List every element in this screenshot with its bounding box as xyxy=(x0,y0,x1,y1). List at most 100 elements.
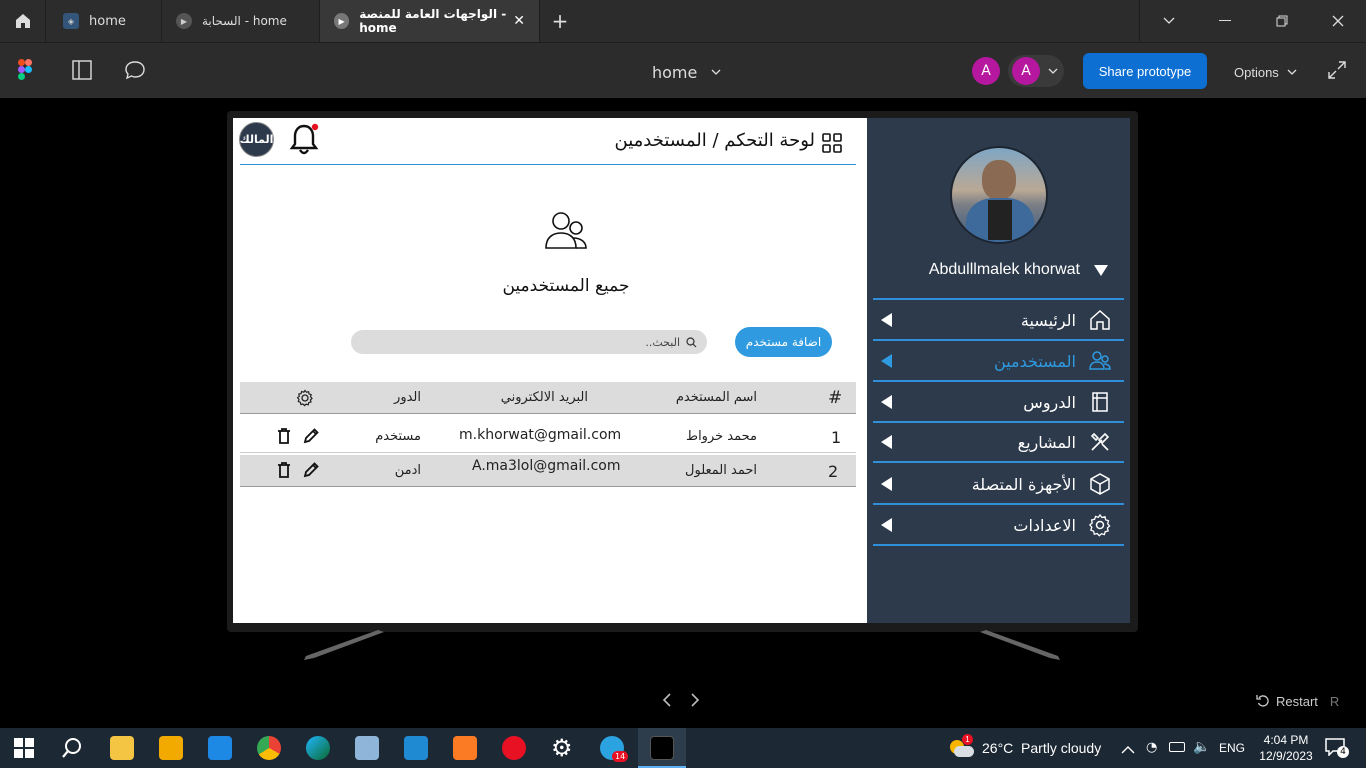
row-number: 1 xyxy=(831,428,842,447)
avatar[interactable]: A xyxy=(972,57,1000,85)
sidebar-item-home[interactable]: الرئيسية xyxy=(873,301,1124,341)
start-button[interactable] xyxy=(14,738,34,758)
restore-icon xyxy=(1276,15,1288,27)
row-email: m.khorwat@gmail.com xyxy=(459,427,622,443)
battery-icon[interactable] xyxy=(1169,742,1185,752)
edit-pencil-icon[interactable] xyxy=(302,427,320,445)
share-prototype-button[interactable]: Share prototype xyxy=(1083,53,1207,89)
fullscreen-button[interactable] xyxy=(1328,61,1348,81)
vscode-icon[interactable] xyxy=(404,736,428,760)
settings-app-icon[interactable]: ⚙ xyxy=(551,734,573,762)
table-row: 2 احمد المعلول A.ma3lol@gmail.com ادمن xyxy=(240,455,856,487)
tab-platform[interactable]: ▶ الواجهات العامة للمنصة - home ✕ xyxy=(320,0,540,42)
avatar-dropdown[interactable]: A xyxy=(1008,55,1064,87)
column-username: اسم المستخدم xyxy=(675,390,757,405)
show-hidden-icons-button[interactable] xyxy=(1121,740,1135,754)
network-icon[interactable]: ◔ xyxy=(1146,740,1157,755)
settings-gear-icon[interactable] xyxy=(296,389,314,407)
file-icon: ◈ xyxy=(63,13,79,29)
file-name-dropdown[interactable]: home xyxy=(652,61,721,83)
book-icon xyxy=(1092,392,1108,412)
tab-label: الواجهات العامة للمنصة - home xyxy=(359,7,507,35)
sidebar-item-settings[interactable]: الاعدادات xyxy=(873,506,1124,546)
sidebar-item-label: الدروس xyxy=(1023,392,1076,412)
restart-shortcut: R xyxy=(1329,693,1340,709)
sidebar-item-projects[interactable]: المشاريع xyxy=(873,423,1124,463)
file-explorer-icon[interactable] xyxy=(110,736,134,760)
delete-trash-icon[interactable] xyxy=(276,461,292,479)
column-role: الدور xyxy=(394,390,421,405)
prev-frame-button[interactable] xyxy=(662,692,678,710)
close-icon xyxy=(1332,15,1344,27)
column-number: # xyxy=(828,388,843,408)
dashboard-icon xyxy=(822,133,842,153)
add-user-button[interactable]: اضافة مستخدم xyxy=(735,327,832,357)
edit-pencil-icon[interactable] xyxy=(302,461,320,479)
tab-label: السحابة - home xyxy=(202,14,287,28)
new-tab-button[interactable]: + xyxy=(548,0,572,42)
weather-text: 26°C Partly cloudy xyxy=(982,740,1102,756)
home-button[interactable] xyxy=(0,0,46,42)
cube-icon xyxy=(1090,473,1110,495)
chrome-icon[interactable] xyxy=(257,736,281,760)
sidebar-item-label: الأجهزة المتصلة xyxy=(971,474,1076,494)
minimize-button[interactable] xyxy=(1197,0,1253,42)
caret-left-icon xyxy=(881,477,892,491)
search-icon xyxy=(686,336,697,347)
weather-widget[interactable]: 1 26°C Partly cloudy xyxy=(948,734,1102,760)
owner-badge[interactable]: المالك xyxy=(239,122,274,157)
telegram-badge: 14 xyxy=(612,751,629,762)
opera-icon[interactable] xyxy=(502,736,526,760)
restore-button[interactable] xyxy=(1254,0,1310,42)
edge-icon[interactable] xyxy=(306,736,330,760)
row-role: مستخدم xyxy=(375,429,421,444)
close-window-button[interactable] xyxy=(1310,0,1366,42)
search-taskbar-button[interactable] xyxy=(61,737,83,759)
caret-down-icon xyxy=(1094,264,1108,276)
chevron-down-icon xyxy=(1048,68,1058,74)
notification-count: 4 xyxy=(1337,746,1349,758)
restart-button[interactable]: Restart R xyxy=(1256,692,1339,710)
store-icon[interactable] xyxy=(159,736,183,760)
notes-app-icon[interactable] xyxy=(355,736,379,760)
figma-icon[interactable] xyxy=(650,736,674,760)
xampp-icon[interactable] xyxy=(453,736,477,760)
close-tab-icon[interactable]: ✕ xyxy=(513,13,525,29)
sidebar-item-devices[interactable]: الأجهزة المتصلة xyxy=(873,465,1124,505)
sidebar-item-label: المستخدمين xyxy=(994,351,1076,371)
notification-center-button[interactable]: 4 xyxy=(1325,738,1351,760)
volume-icon[interactable]: 🔈 xyxy=(1193,739,1210,755)
next-frame-button[interactable] xyxy=(690,692,706,710)
expand-icon xyxy=(1328,61,1346,79)
user-name-dropdown[interactable]: Abdulllmalek khorwat xyxy=(873,258,1124,282)
owner-badge-label: المالك xyxy=(239,133,274,146)
minimize-icon xyxy=(1219,20,1231,21)
sidebar-item-users[interactable]: المستخدمين xyxy=(873,342,1124,382)
tab-cloud[interactable]: ▶ السحابة - home xyxy=(162,0,320,42)
options-label: Options xyxy=(1234,64,1279,80)
clock[interactable]: 4:04 PM 12/9/2023 xyxy=(1258,732,1314,764)
caret-left-icon xyxy=(881,354,892,368)
sidebar-toggle-button[interactable] xyxy=(72,60,94,82)
search-input[interactable]: البحث.. xyxy=(351,330,707,354)
row-name: احمد المعلول xyxy=(685,463,757,478)
mail-icon[interactable] xyxy=(208,736,232,760)
weather-badge: 1 xyxy=(962,734,973,745)
clock-date: 12/9/2023 xyxy=(1259,749,1313,763)
tab-home[interactable]: ◈ home xyxy=(47,0,162,42)
sidebar-item-lessons[interactable]: الدروس xyxy=(873,383,1124,423)
language-indicator[interactable]: ENG xyxy=(1219,741,1245,755)
comment-button[interactable] xyxy=(124,60,148,82)
chevron-down-icon xyxy=(711,69,721,75)
home-icon xyxy=(1090,309,1110,330)
figma-menu-button[interactable] xyxy=(18,59,40,83)
tab-bar: ◈ home ▶ السحابة - home ▶ الواجهات العام… xyxy=(0,0,1366,42)
prototype-toolbar: home A A Share prototype Options xyxy=(0,42,1366,98)
sidebar-item-label: المشاريع xyxy=(1017,432,1076,452)
options-dropdown[interactable]: Options xyxy=(1234,61,1297,83)
tab-list-button[interactable] xyxy=(1141,0,1197,42)
figma-logo-icon xyxy=(18,59,32,80)
search-icon xyxy=(62,738,81,758)
notification-button[interactable] xyxy=(288,122,320,158)
delete-trash-icon[interactable] xyxy=(276,427,292,445)
